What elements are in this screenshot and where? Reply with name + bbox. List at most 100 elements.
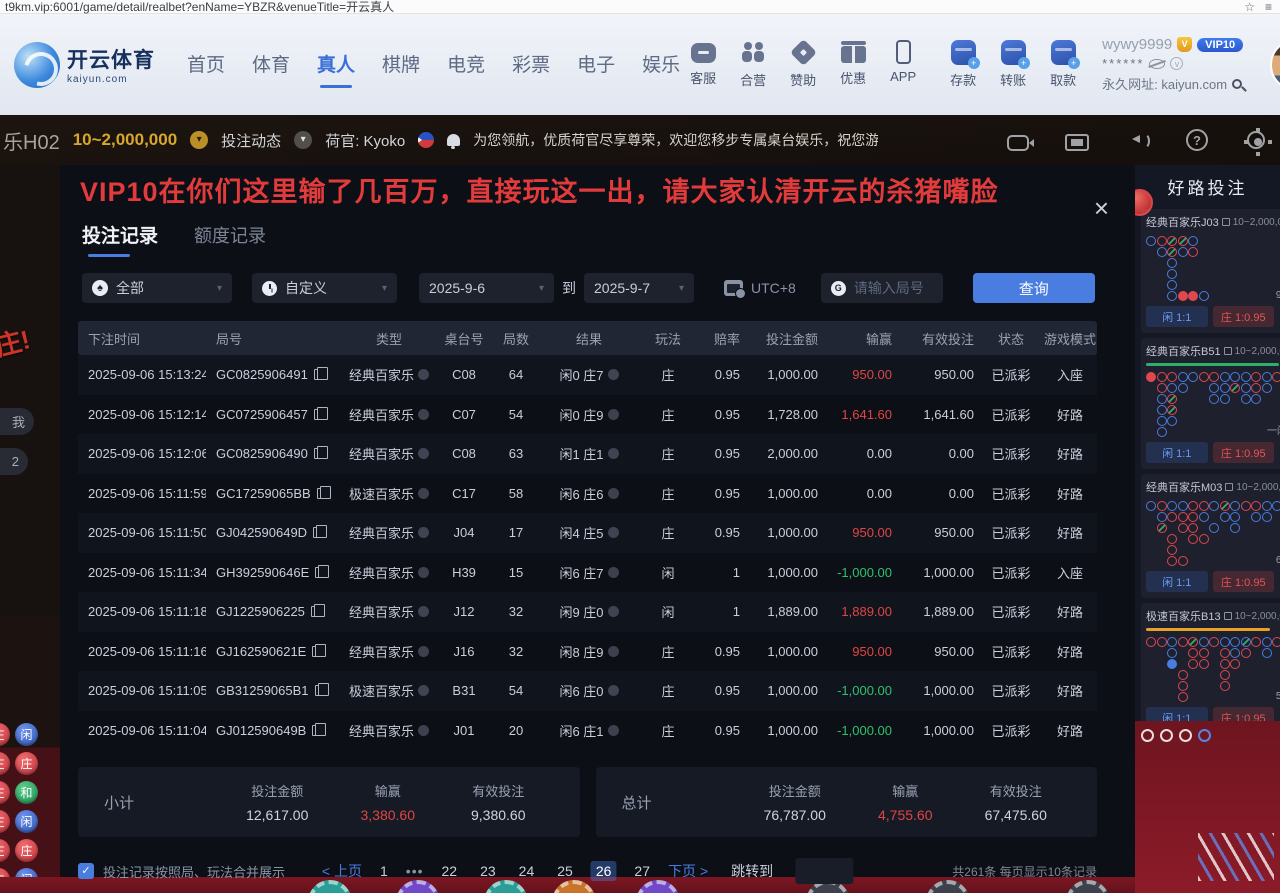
copy-icon[interactable] — [312, 646, 321, 657]
info-icon[interactable] — [608, 488, 619, 499]
copy-icon[interactable] — [311, 606, 320, 617]
copy-icon[interactable] — [312, 725, 321, 736]
action-赞助[interactable]: 赞助 — [780, 40, 826, 89]
copy-icon[interactable] — [315, 685, 324, 696]
action-优惠[interactable]: 优惠 — [830, 40, 876, 89]
tab-投注记录[interactable]: 投注记录 — [82, 221, 158, 257]
action-转账[interactable]: 转账 — [990, 40, 1036, 89]
info-icon[interactable] — [608, 369, 619, 380]
round-number-input[interactable]: G 请输入局号 — [821, 273, 943, 303]
limit-chevron-icon[interactable]: ▾ — [190, 131, 208, 149]
info-icon[interactable] — [418, 685, 429, 696]
nav-item-棋牌[interactable]: 棋牌 — [382, 50, 420, 79]
info-icon[interactable] — [608, 448, 619, 459]
info-icon[interactable] — [418, 725, 429, 736]
nav-item-真人[interactable]: 真人 — [317, 50, 355, 79]
copy-icon[interactable] — [315, 567, 324, 578]
info-icon[interactable] — [608, 685, 619, 696]
page-button-23[interactable]: 23 — [475, 861, 501, 881]
url-text[interactable]: t9km.vip:6001/game/detail/realbet?enName… — [5, 0, 1234, 15]
browser-menu-icon[interactable]: ≡ — [1265, 1, 1272, 13]
info-icon[interactable] — [418, 567, 429, 578]
copy-icon[interactable] — [314, 369, 323, 380]
action-APP[interactable]: APP — [880, 40, 926, 89]
page-button-24[interactable]: 24 — [514, 861, 540, 881]
game-type-select[interactable]: ♠ 全部 ▾ — [82, 273, 232, 303]
info-icon[interactable] — [608, 567, 619, 578]
help-icon[interactable]: ? — [1186, 129, 1208, 151]
info-icon[interactable] — [608, 606, 619, 617]
info-icon[interactable] — [418, 409, 429, 420]
feed-chevron-icon[interactable]: ▾ — [294, 131, 312, 149]
magnifier-icon[interactable] — [1232, 79, 1242, 89]
good-road-card[interactable]: 经典百家乐M0310~2,000,00062闲 1:1庄 1:0.95 — [1141, 474, 1280, 598]
page-button-27[interactable]: 27 — [629, 861, 655, 881]
gear-icon[interactable] — [1247, 131, 1265, 149]
cell-mode: 好路 — [1040, 602, 1100, 621]
bet-feed-label[interactable]: 投注动态 — [221, 130, 281, 151]
page-button-25[interactable]: 25 — [552, 861, 578, 881]
bookmark-star-icon[interactable]: ☆ — [1244, 1, 1255, 13]
road-cell — [1188, 236, 1198, 246]
info-icon[interactable] — [418, 606, 429, 617]
info-icon[interactable] — [608, 409, 619, 420]
info-icon[interactable] — [608, 725, 619, 736]
nav-item-体育[interactable]: 体育 — [252, 50, 290, 79]
user-avatar[interactable] — [1270, 39, 1280, 91]
user-warning-text: VIP10在你们这里输了几百万，直接玩这一出，请大家认清开云的杀猪嘴脸 — [60, 165, 1135, 209]
road-cell — [1146, 372, 1156, 382]
speaker-icon[interactable] — [1125, 129, 1150, 154]
nav-item-首页[interactable]: 首页 — [187, 50, 225, 79]
page-button-26[interactable]: 26 — [591, 861, 617, 881]
close-icon[interactable]: × — [1094, 197, 1109, 219]
player-bet-button[interactable]: 闲 1:1 — [1146, 571, 1208, 592]
copy-icon[interactable] — [317, 488, 326, 499]
cell-text: 0.95 — [715, 525, 740, 540]
info-icon[interactable] — [418, 369, 429, 380]
tab-额度记录[interactable]: 额度记录 — [194, 222, 266, 257]
banker-bet-button[interactable]: 庄 1:0.95 — [1213, 571, 1275, 592]
time-mode-select[interactable]: 自定义 ▾ — [252, 273, 397, 303]
info-icon[interactable] — [608, 646, 619, 657]
copy-icon[interactable] — [314, 448, 323, 459]
nav-item-彩票[interactable]: 彩票 — [512, 50, 550, 79]
jump-to-input[interactable] — [795, 858, 853, 884]
merge-checkbox[interactable]: ✓ — [78, 863, 94, 879]
action-取款[interactable]: 取款 — [1040, 40, 1086, 89]
page-button-1[interactable]: 1 — [375, 861, 393, 881]
site-logo[interactable]: 开云体育 kaiyun.com — [14, 42, 155, 88]
screen-icon[interactable] — [1065, 134, 1089, 151]
banker-bet-button[interactable]: 庄 1:0.95 — [1213, 306, 1275, 327]
nav-item-电子[interactable]: 电子 — [577, 50, 615, 79]
player-bet-button[interactable]: 闲 1:1 — [1146, 306, 1208, 327]
info-icon[interactable] — [418, 646, 429, 657]
nav-item-娱乐[interactable]: 娱乐 — [642, 50, 680, 79]
info-icon[interactable] — [608, 527, 619, 538]
info-icon[interactable] — [418, 488, 429, 499]
good-road-card[interactable]: 经典百家乐B5110~2,000,000一闲闲 1:1庄 1:0.95 — [1141, 338, 1280, 469]
date-from-select[interactable]: 2025-9-6 ▾ — [419, 273, 554, 303]
cell-text: 闲1 庄1 — [559, 444, 603, 463]
video-icon[interactable] — [1007, 135, 1029, 151]
action-客服[interactable]: 客服 — [680, 40, 726, 89]
info-icon[interactable] — [418, 527, 429, 538]
prev-page-button[interactable]: < 上页 — [322, 861, 362, 881]
good-road-card[interactable]: 经典百家乐J0310~2,000,00092闲 1:1庄 1:0.95 — [1141, 209, 1280, 333]
date-to-select[interactable]: 2025-9-7 ▾ — [584, 273, 694, 303]
copy-icon[interactable] — [314, 409, 323, 420]
username[interactable]: wywy9999 — [1102, 36, 1172, 53]
action-合营[interactable]: 合营 — [730, 40, 776, 89]
nav-item-电竞[interactable]: 电竞 — [447, 50, 485, 79]
search-button[interactable]: 查询 — [973, 273, 1095, 303]
page-button-22[interactable]: 22 — [437, 861, 463, 881]
info-icon[interactable] — [418, 448, 429, 459]
refresh-v-icon[interactable]: v — [1170, 57, 1183, 70]
copy-icon[interactable] — [313, 527, 322, 538]
player-bet-button[interactable]: 闲 1:1 — [1146, 442, 1208, 463]
browser-address-bar[interactable]: t9km.vip:6001/game/detail/realbet?enName… — [0, 0, 1280, 14]
eye-off-icon[interactable] — [1149, 59, 1165, 69]
action-存款[interactable]: 存款 — [940, 40, 986, 89]
banker-bet-button[interactable]: 庄 1:0.95 — [1213, 442, 1275, 463]
good-road-card[interactable]: 极速百家乐B1310~2,000,00058闲 1:1庄 1:0.95 — [1141, 603, 1280, 734]
next-page-button[interactable]: 下页 > — [668, 861, 708, 881]
